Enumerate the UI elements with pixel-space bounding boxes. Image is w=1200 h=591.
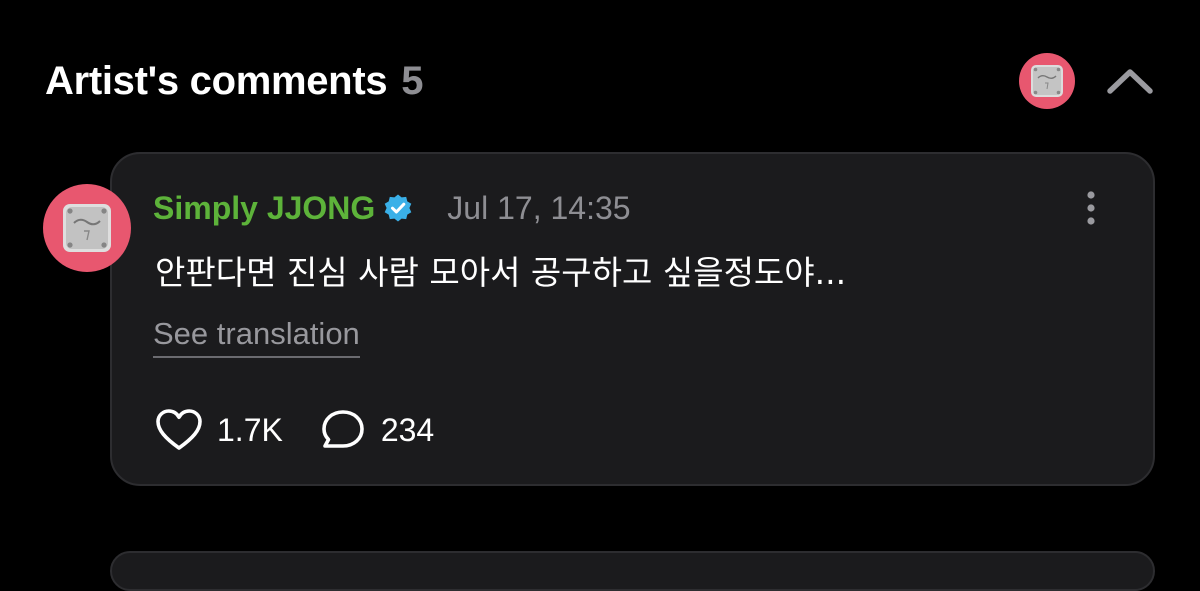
reply-button[interactable]: 234 <box>319 408 434 452</box>
comment-actions: 1.7K 234 <box>155 404 434 456</box>
more-vertical-icon <box>1087 191 1095 225</box>
comment-bubble-icon <box>322 410 364 448</box>
comment-author-avatar[interactable] <box>43 184 131 272</box>
like-button[interactable]: 1.7K <box>155 408 283 452</box>
guitar-neckplate-avatar-icon <box>1019 53 1075 109</box>
chevron-up-icon <box>1107 69 1153 94</box>
section-title: Artist's comments <box>45 58 388 103</box>
see-translation-link[interactable]: See translation <box>153 316 360 358</box>
section-header: Artist's comments 5 <box>45 56 424 106</box>
comment-timestamp: Jul 17, 14:35 <box>447 189 631 226</box>
verified-badge-icon <box>383 193 413 223</box>
comments-count: 5 <box>401 58 424 103</box>
more-options-button[interactable] <box>1076 188 1106 228</box>
reply-count: 234 <box>380 411 435 448</box>
collapse-button[interactable] <box>1104 62 1156 102</box>
guitar-neckplate-avatar-icon <box>43 184 131 272</box>
comment-author-name[interactable]: Simply JJONG <box>153 190 375 227</box>
artist-avatar[interactable] <box>1019 53 1075 109</box>
like-count: 1.7K <box>217 411 283 448</box>
heart-icon <box>156 409 202 450</box>
comment-meta: Simply JJONG Jul 17, 14:35 <box>153 186 631 230</box>
next-comment-card <box>110 551 1155 591</box>
comment-body: 안판다면 진심 사람 모아서 공구하고 싶을정도야... <box>155 253 847 292</box>
